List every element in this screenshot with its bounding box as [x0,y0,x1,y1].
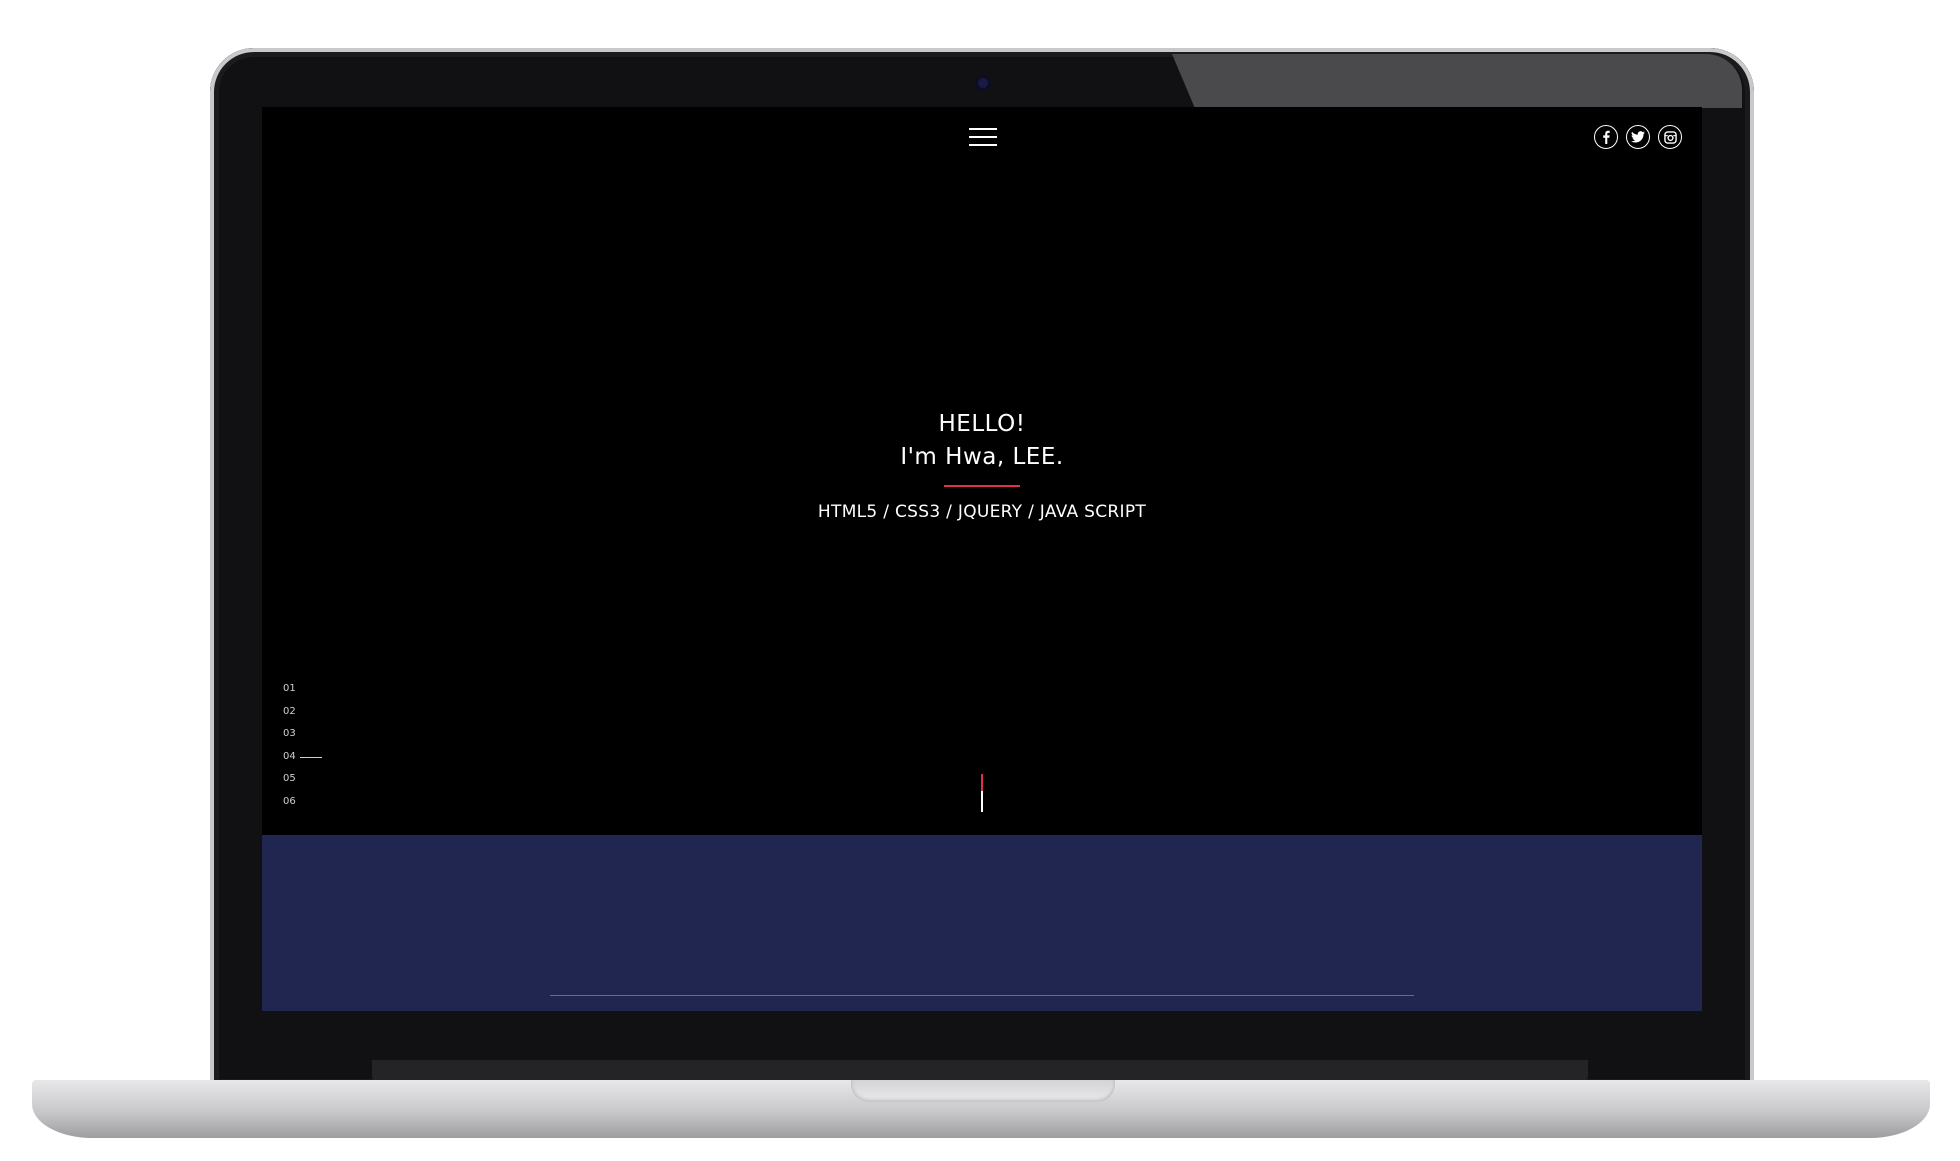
laptop-notch [851,1080,1115,1102]
section-pagination: 01 02 03 04 05 06 [283,683,322,818]
section-divider-line [550,995,1414,996]
page-nav-number: 02 [283,705,296,717]
social-links [1594,125,1682,149]
scroll-indicator[interactable] [981,774,983,812]
hero-section: HELLO! I'm Hwa, LEE. HTML5 / CSS3 / JQUE… [262,408,1702,522]
page-nav-number: 06 [283,795,296,807]
page-nav-item[interactable]: 06 [283,796,322,819]
page-nav-number: 03 [283,728,296,739]
website-screen: HELLO! I'm Hwa, LEE. HTML5 / CSS3 / JQUE… [262,107,1702,1011]
hero-title: HELLO! I'm Hwa, LEE. [262,408,1702,474]
page-nav-item[interactable]: 05 [283,773,322,796]
active-indicator [299,756,322,758]
webcam [975,75,991,91]
hero-name: I'm Hwa, LEE. [900,444,1064,470]
page-nav-item[interactable]: 02 [283,706,322,729]
next-section [262,835,1702,1011]
instagram-icon[interactable] [1658,125,1682,149]
facebook-icon[interactable] [1594,125,1618,149]
hamburger-menu-icon[interactable] [969,127,997,147]
hero-skills: HTML5 / CSS3 / JQUERY / JAVA SCRIPT [817,502,1147,522]
twitter-icon[interactable] [1626,125,1650,149]
page-nav-item[interactable]: 03 [283,728,322,751]
hero-divider [944,485,1020,487]
hero-greeting: HELLO! [938,411,1026,437]
page-nav-item-active[interactable]: 04 [283,751,322,774]
page-nav-number: 05 [283,773,296,784]
page-nav-item[interactable]: 01 [283,683,322,706]
laptop-hinge [372,1060,1588,1082]
page-nav-number: 01 [283,683,296,694]
page-nav-number: 04 [283,750,296,762]
lid-reflection [1172,54,1742,108]
